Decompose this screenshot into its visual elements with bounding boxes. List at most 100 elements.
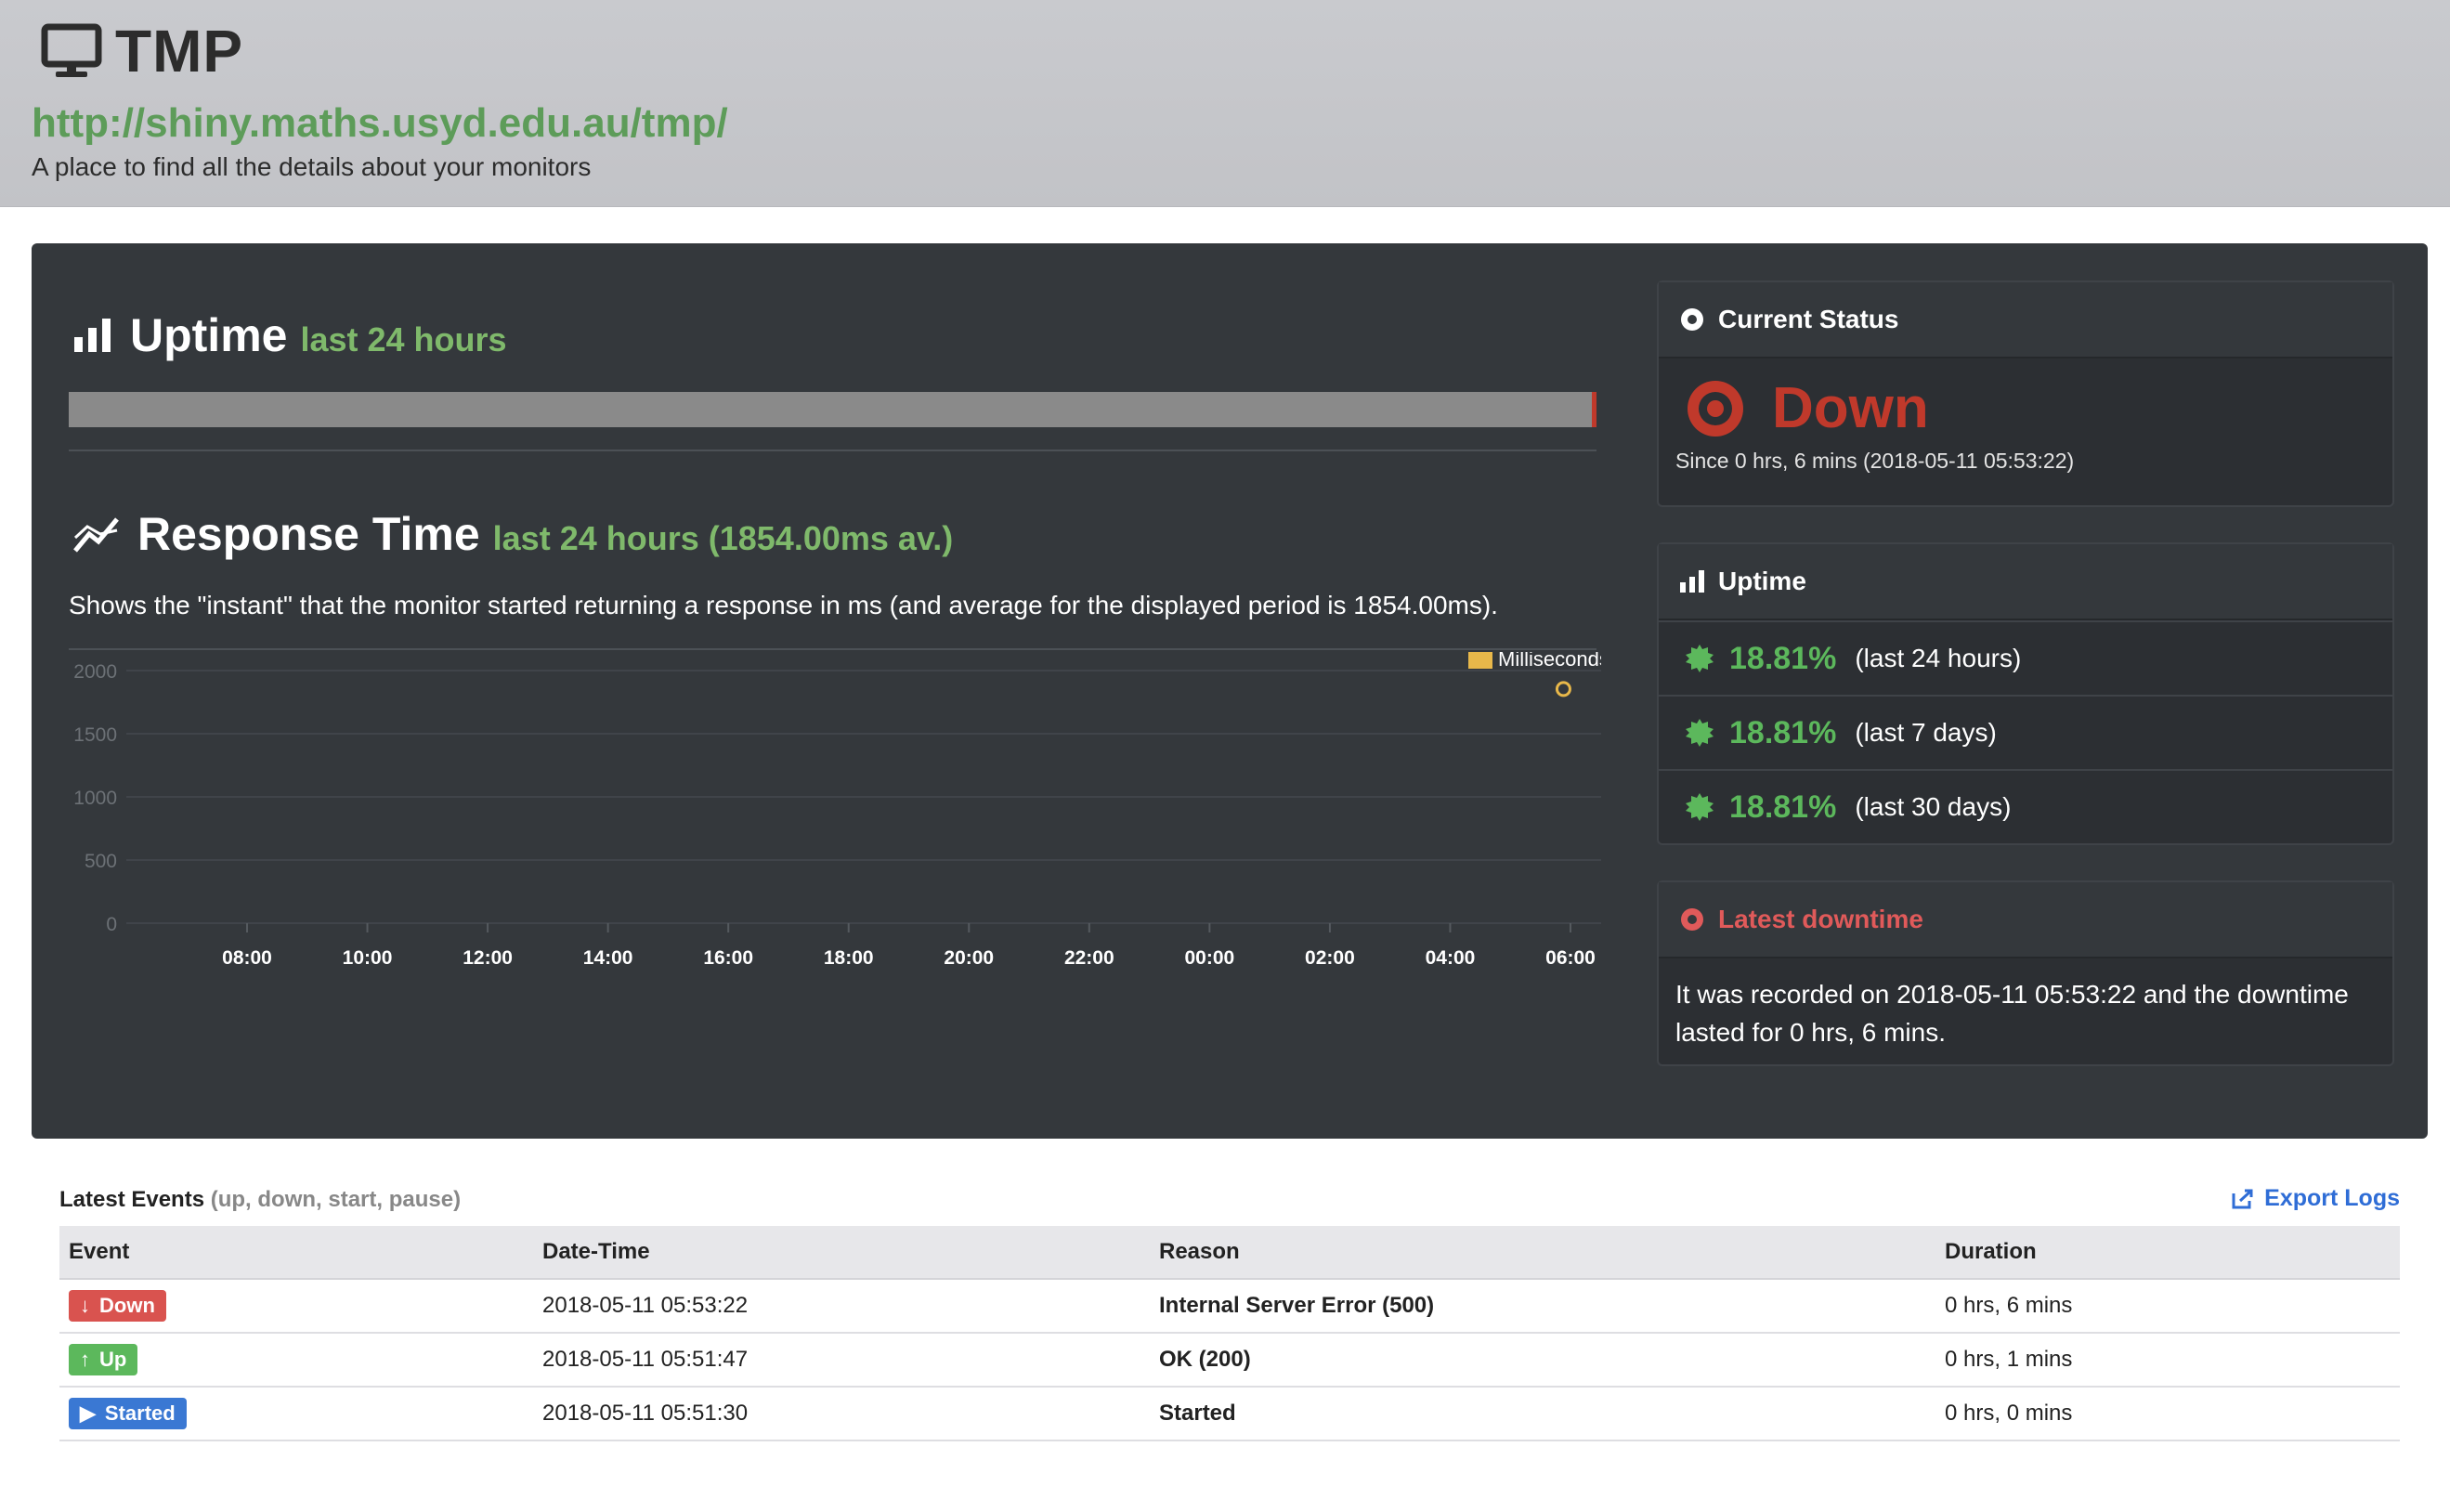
y-tick-label: 1500	[73, 724, 117, 746]
monitor-url[interactable]: http://shiny.maths.usyd.edu.au/tmp/	[32, 100, 728, 147]
reason-cell: Started	[1150, 1387, 1935, 1441]
duration-cell: 0 hrs, 0 mins	[1935, 1387, 2400, 1441]
status-row: Down	[1659, 358, 2392, 441]
data-point	[1555, 681, 1571, 697]
event-cell: ↓ Down	[59, 1279, 533, 1334]
latest-downtime-header: Latest downtime	[1659, 882, 2392, 958]
divider	[69, 648, 1596, 650]
status-since: Since 0 hrs, 6 mins (2018-05-11 05:53:22…	[1675, 449, 2075, 473]
x-tick-label: 14:00	[583, 947, 633, 969]
x-tick-label: 00:00	[1185, 947, 1235, 969]
x-tick-label: 02:00	[1305, 947, 1355, 969]
uptime-bar	[69, 392, 1596, 427]
current-status-heading: Current Status	[1718, 305, 1899, 333]
x-tick-label: 10:00	[343, 947, 393, 969]
uptime-card-header: Uptime	[1659, 544, 2392, 620]
table-row: ▶ Started 2018-05-11 05:51:30 Started 0 …	[59, 1387, 2400, 1441]
events-table: Event Date-Time Reason Duration ↓ Down 2…	[59, 1226, 2400, 1441]
event-badge-down: ↓ Down	[69, 1290, 166, 1322]
tagline: A place to find all the details about yo…	[32, 152, 592, 181]
event-cell: ↑ Up	[59, 1333, 533, 1388]
legend-label: Milliseconds	[1498, 652, 1601, 671]
status-text: Down	[1772, 376, 1929, 440]
uptime-title: Uptime	[130, 309, 288, 361]
badge-check-icon	[1686, 719, 1714, 747]
bar-chart-icon	[1680, 570, 1704, 593]
uptime-row: 18.81% (last 30 days)	[1659, 769, 2392, 843]
uptime-percentage: 18.81%	[1729, 789, 1837, 825]
y-tick-label: 1000	[73, 788, 117, 809]
x-tick-label: 18:00	[824, 947, 874, 969]
uptime-bar-down-segment	[1592, 392, 1596, 427]
uptime-row: 18.81% (last 24 hours)	[1659, 620, 2392, 695]
column-header: Event	[59, 1226, 533, 1280]
table-row: ↓ Down 2018-05-11 05:53:22 Internal Serv…	[59, 1279, 2400, 1334]
x-tick-label: 12:00	[463, 947, 513, 969]
table-row: ↑ Up 2018-05-11 05:51:47 OK (200) 0 hrs,…	[59, 1333, 2400, 1388]
down-status-icon	[1688, 380, 1743, 437]
app-title: TMP	[115, 18, 244, 85]
reason-cell: Internal Server Error (500)	[1150, 1279, 1935, 1334]
x-tick-label: 20:00	[944, 947, 994, 969]
response-time-chart: 2000 1500 1000 500 0 08:00 10:00 12:00 14:00 16:…	[73, 652, 1601, 969]
legend-swatch	[1468, 652, 1492, 669]
event-badge-started: ▶ Started	[69, 1398, 187, 1429]
current-status-header: Current Status	[1659, 282, 2392, 358]
event-badge-up: ↑ Up	[69, 1344, 138, 1375]
badge-check-icon	[1686, 645, 1714, 672]
column-header: Date-Time	[533, 1226, 1150, 1280]
datetime-cell: 2018-05-11 05:51:47	[533, 1333, 1150, 1388]
x-tick-label: 06:00	[1545, 947, 1596, 969]
response-heading: Response Time last 24 hours (1854.00ms a…	[72, 507, 953, 561]
events-title: Latest Events	[59, 1187, 205, 1212]
uptime-range: (last 24 hours)	[1855, 644, 2022, 672]
response-subtitle: last 24 hours (1854.00ms av.)	[492, 519, 954, 557]
current-status-card: Current Status Down Since 0 hrs, 6 mins …	[1657, 280, 2394, 507]
record-icon	[1681, 308, 1703, 331]
latest-downtime-card: Latest downtime It was recorded on 2018-…	[1657, 880, 2394, 1066]
uptime-card: Uptime 18.81% (last 24 hours) 18.81% (la…	[1657, 542, 2394, 845]
monitor-panel: Uptime last 24 hours Response Time last …	[32, 243, 2428, 1139]
export-logs-button[interactable]: Export Logs	[2231, 1185, 2400, 1212]
duration-cell: 0 hrs, 1 mins	[1935, 1333, 2400, 1388]
line-chart-icon	[73, 517, 119, 553]
play-icon: ▶	[80, 1401, 96, 1425]
chart-legend: Milliseconds	[1468, 652, 1601, 671]
x-tick-label: 04:00	[1426, 947, 1476, 969]
duration-cell: 0 hrs, 6 mins	[1935, 1279, 2400, 1334]
x-tick-label: 16:00	[703, 947, 753, 969]
event-label: Down	[99, 1294, 155, 1317]
uptime-subtitle: last 24 hours	[300, 320, 507, 358]
latest-downtime-text: It was recorded on 2018-05-11 05:53:22 a…	[1675, 980, 2349, 1047]
badge-check-icon	[1686, 793, 1714, 821]
uptime-card-heading: Uptime	[1718, 567, 1806, 595]
uptime-percentage: 18.81%	[1729, 714, 1837, 750]
bar-chart-icon	[74, 319, 111, 352]
datetime-cell: 2018-05-11 05:53:22	[533, 1279, 1150, 1334]
x-tick-label: 08:00	[222, 947, 272, 969]
monitor-icon	[41, 23, 102, 77]
response-description: Shows the "instant" that the monitor sta…	[69, 591, 1498, 619]
latest-downtime-heading: Latest downtime	[1718, 905, 1923, 933]
datetime-cell: 2018-05-11 05:51:30	[533, 1387, 1150, 1441]
arrow-down-icon: ↓	[80, 1294, 90, 1317]
y-tick-label: 500	[85, 851, 117, 872]
y-tick-label: 2000	[73, 661, 117, 683]
divider	[69, 450, 1596, 451]
column-header: Reason	[1150, 1226, 1935, 1280]
brand: TMP	[41, 17, 243, 85]
record-icon	[1681, 908, 1703, 931]
event-label: Started	[104, 1401, 176, 1425]
events-subtitle: (up, down, start, pause)	[210, 1187, 462, 1212]
arrow-up-icon: ↑	[80, 1348, 90, 1371]
events-heading: Latest Events (up, down, start, pause)	[59, 1187, 461, 1213]
uptime-range: (last 7 days)	[1855, 718, 1997, 747]
uptime-range: (last 30 days)	[1855, 792, 2012, 821]
uptime-heading: Uptime last 24 hours	[72, 308, 507, 362]
event-label: Up	[99, 1348, 127, 1371]
y-tick-label: 0	[106, 914, 117, 935]
response-title: Response Time	[137, 508, 480, 560]
table-header-row: Event Date-Time Reason Duration	[59, 1226, 2400, 1280]
page-header: TMP http://shiny.maths.usyd.edu.au/tmp/ …	[0, 0, 2450, 207]
export-logs-label[interactable]: Export Logs	[2264, 1185, 2400, 1212]
